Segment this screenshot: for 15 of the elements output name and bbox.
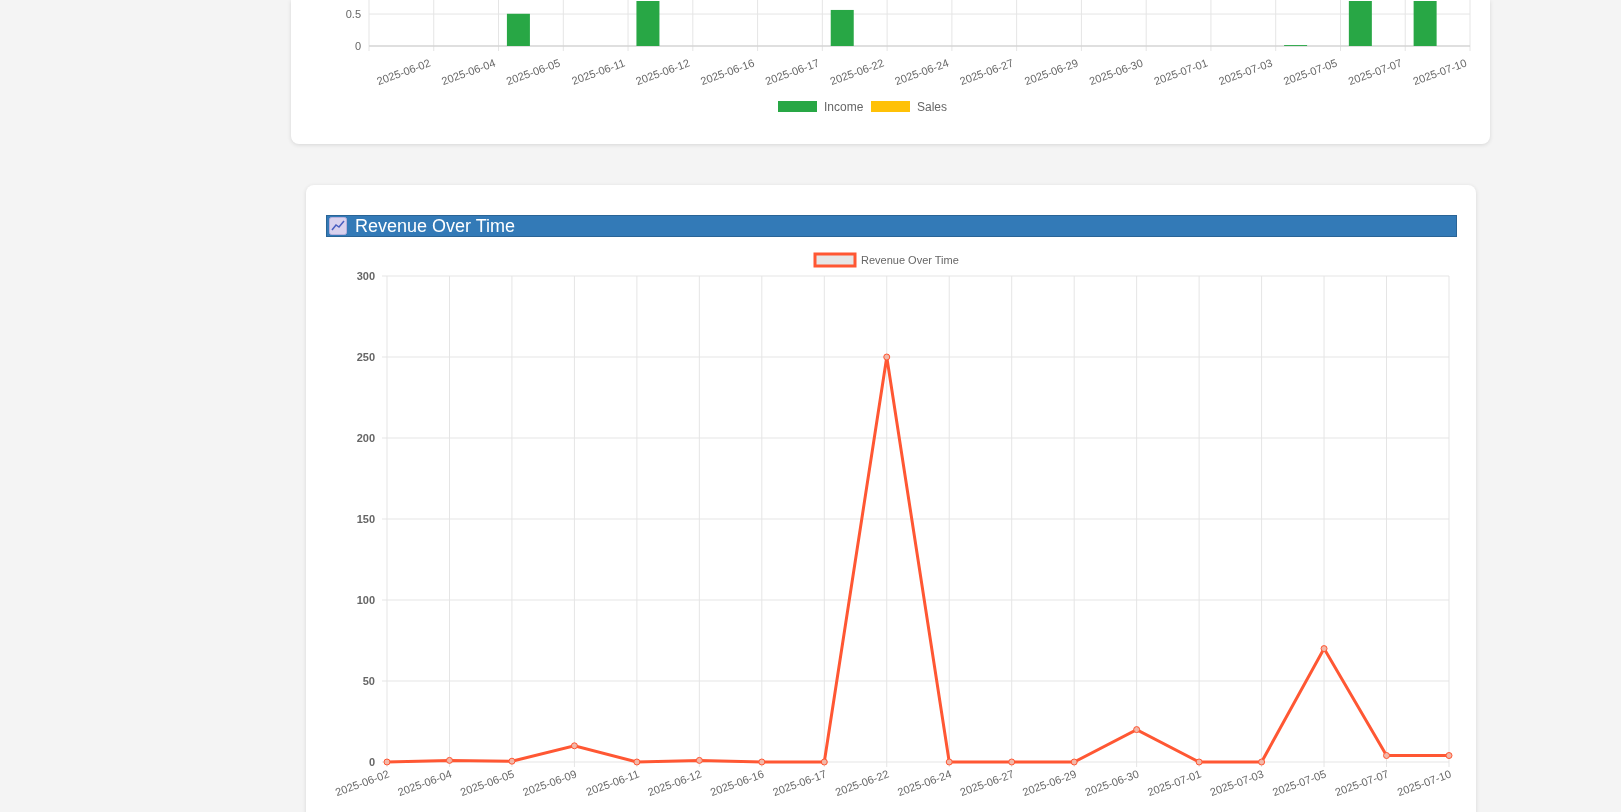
legend-label: Sales: [917, 100, 948, 114]
section-title: Revenue Over Time: [355, 216, 516, 236]
legend-label: Revenue Over Time: [861, 254, 959, 266]
line-chart-icon: [329, 217, 347, 235]
y-axis-label: 0: [354, 40, 361, 52]
y-axis-label: 0: [368, 756, 375, 768]
legend-label: Income: [824, 100, 864, 114]
y-axis-label: 50: [362, 675, 375, 687]
y-axis-label: 200: [356, 432, 375, 444]
legend-swatch: [813, 252, 857, 268]
y-axis-label: 100: [356, 594, 375, 606]
y-axis-label: 250: [356, 351, 375, 363]
y-axis-label: 0.5: [345, 8, 361, 21]
y-axis-label: 300: [356, 270, 375, 282]
y-axis-label: 150: [356, 513, 375, 525]
